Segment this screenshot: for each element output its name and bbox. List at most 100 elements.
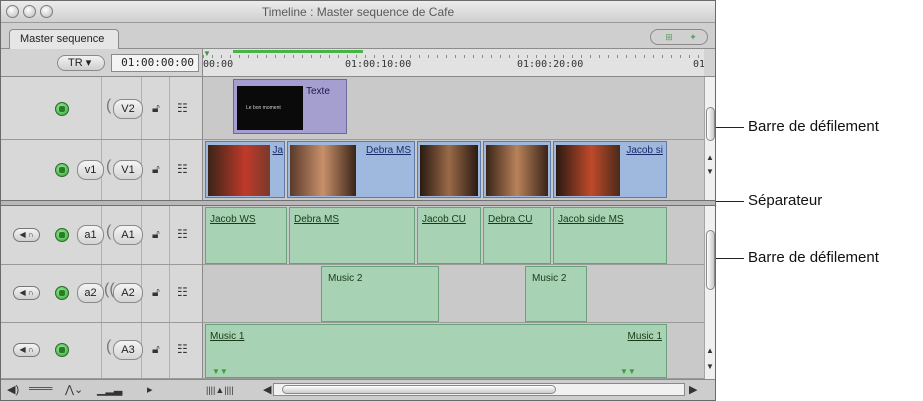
clip-thumbnail [486,145,548,196]
timeline-bottom-bar: ◀) ═══ ⋀⌄ ▁▂▃ ▸ ||||▲|||| ◀ ▶ [1,379,715,400]
track-visibility-icon[interactable] [55,163,69,177]
timeline-window: Timeline : Master sequence de Cafe Maste… [0,0,716,401]
speaker-icon[interactable] [55,343,69,357]
tab-master-sequence[interactable]: Master sequence [9,29,119,49]
dest-control-a2[interactable]: A2 [113,283,143,303]
scroll-right-arrow-icon[interactable]: ▶ [689,383,697,396]
track-visibility-icon[interactable] [55,102,69,116]
patch-panel-icon[interactable]: ☷ [177,342,188,356]
dest-control-v2[interactable]: V2 [113,99,143,119]
audio-solo-mute-icon[interactable]: ◀ ∩ [13,343,40,357]
padlock-icon[interactable]: 🔓︎ [152,285,160,300]
scroll-up-arrow-icon[interactable]: ▲ [706,346,714,355]
patch-panel-icon[interactable]: ☷ [177,101,188,115]
clip-name: Debra CU [488,214,533,225]
clip-name: Music 1 [210,331,245,342]
ruler-tick-label: 00:00 [203,59,234,70]
audio-solo-mute-icon[interactable]: ◀ ∩ [13,286,40,300]
horizontal-scrollbar-thumb[interactable] [282,385,556,394]
scroll-up-arrow-icon[interactable]: ▲ [706,153,714,162]
audio-clip-debra-ms[interactable]: Debra MS [289,207,415,264]
track-select-popup[interactable]: TR ▾ [57,55,105,71]
ruler-ticks [203,55,704,58]
ruler-tick-label: 01:00:10:00 [345,59,412,70]
annotation-line [716,201,744,202]
playhead-icon[interactable]: ▼ [203,49,211,58]
clip-name: Debra MS [365,145,411,156]
video-scrollbar[interactable]: ▲ ▼ [704,77,715,200]
clip-name: Texte [306,86,330,97]
audio-clip-music-2[interactable]: Music 2 [321,266,439,322]
clip-name: Music 1 [627,331,662,342]
clip-name: Jacob side MS [558,214,624,225]
speaker-icon[interactable] [55,286,69,300]
clip-thumbnail [208,145,270,196]
video-scrollbar-thumb[interactable] [706,107,715,141]
snapping-icon[interactable]: ⊞ [659,32,679,43]
audio-clip-jacob-ws[interactable]: Jacob WS [205,207,287,264]
clip-debra-cu[interactable] [483,141,551,198]
track-row-a1: Jacob WS Debra MS Jacob CU Debra CU Jaco… [202,206,704,265]
audio-scrollbar-thumb[interactable] [706,230,715,290]
track-size-icon[interactable]: ▁▂▃ [97,383,122,396]
clip-name: Jacob CU [422,214,466,225]
audio-solo-mute-icon[interactable]: ◀ ∩ [13,228,40,242]
clip-name: Music 2 [328,273,363,284]
tab-row: Master sequence [1,23,715,49]
ruler-row: TR ▾ 01:00:00:00 00:00 01:00:10:00 01:00… [1,49,715,77]
clip-name: Jacob si [626,145,663,156]
track-row-a2: Music 2 Music 2 [202,265,704,323]
disclosure-arrow-icon[interactable]: ▸ [147,383,153,396]
clip-jacob-side-ms[interactable]: Jacob si [553,141,667,198]
dest-control-v1[interactable]: V1 [113,160,143,180]
source-control-a2[interactable]: a2 [77,283,104,303]
scroll-down-arrow-icon[interactable]: ▼ [706,362,714,371]
dest-control-a1[interactable]: A1 [113,225,143,245]
keyframe-marker-icon: ▼▼ [212,367,228,376]
clip-thumbnail [556,145,620,196]
audio-clip-jacob-cu[interactable]: Jacob CU [417,207,481,264]
patch-panel-icon[interactable]: ☷ [177,227,188,241]
audio-clip-jacob-side-ms[interactable]: Jacob side MS [553,207,667,264]
time-ruler[interactable]: 00:00 01:00:10:00 01:00:20:00 01 ▼ [202,49,704,76]
annotation-scrollbar-top: Barre de défilement [748,118,879,135]
padlock-icon[interactable]: 🔓︎ [152,162,160,177]
padlock-icon[interactable]: 🔓︎ [152,101,160,116]
timecode-field[interactable]: 01:00:00:00 [111,54,199,72]
track-header-a3: ◀ ∩ ( A3 🔓︎ ☷ [1,323,202,379]
audio-scrollbar[interactable]: ▲ ▼ [704,206,715,379]
clip-overlays-icon[interactable]: ⋀⌄ [65,383,83,396]
audio-clip-debra-cu[interactable]: Debra CU [483,207,551,264]
clip-debra-ms[interactable]: Debra MS [287,141,415,198]
clip-texte[interactable]: Le bon moment Texte [233,79,347,134]
scroll-down-arrow-icon[interactable]: ▼ [706,167,714,176]
patch-panel-icon[interactable]: ☷ [177,162,188,176]
annotation-separator: Séparateur [748,192,823,209]
padlock-icon[interactable]: 🔓︎ [152,342,160,357]
clip-name: Jacob WS [210,214,256,225]
annotation-line [716,258,744,259]
track-header-v1: v1 ( V1 🔓︎ ☷ [1,140,202,201]
dest-control-a3[interactable]: A3 [113,340,143,360]
zoom-slider-icon[interactable]: ||||▲|||| [206,385,234,395]
audio-clip-music-1[interactable]: Music 1 Music 1 ▼▼ ▼▼ [205,324,667,378]
scroll-left-arrow-icon[interactable]: ◀ [263,383,271,396]
clip-name: Ja [272,145,283,156]
horizontal-scrollbar[interactable] [273,383,685,396]
track-height-icon[interactable]: ═══ [29,383,52,395]
source-control-a1[interactable]: a1 [77,225,104,245]
patch-panel-icon[interactable]: ☷ [177,285,188,299]
title-bar[interactable]: Timeline : Master sequence de Cafe [1,1,715,23]
speaker-icon[interactable] [55,228,69,242]
annotation-line [716,127,744,128]
clip-jacob-ws[interactable]: Ja [205,141,285,198]
clip-jacob-cu[interactable] [417,141,481,198]
linking-icon[interactable]: ✦ [683,32,703,43]
source-control-v1[interactable]: v1 [77,160,104,180]
track-header-a1: ◀ ∩ a1 ( A1 🔓︎ ☷ [1,206,202,265]
audio-clip-music-2[interactable]: Music 2 [525,266,587,322]
clip-thumbnail: Le bon moment [237,86,303,130]
speaker-icon[interactable]: ◀) [7,383,19,396]
clip-name: Music 2 [532,273,567,284]
padlock-icon[interactable]: 🔓︎ [152,227,160,242]
